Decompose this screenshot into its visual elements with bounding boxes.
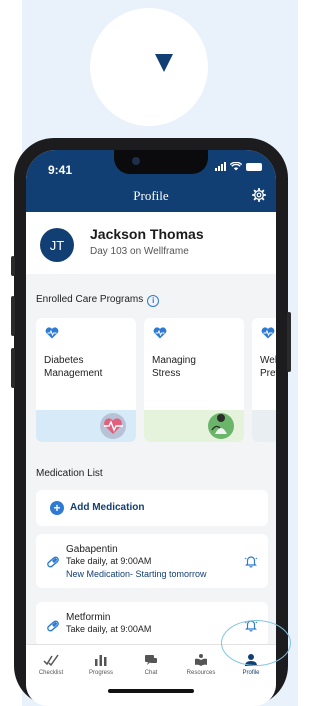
meditation-illustration-icon	[208, 413, 234, 439]
programs-heading-label: Enrolled Care Programs	[36, 294, 144, 305]
phone-side-button	[11, 256, 15, 276]
add-medication-button[interactable]: + Add Medication	[36, 490, 268, 526]
tab-checklist[interactable]: Checklist	[26, 651, 76, 676]
tab-label: Resources	[186, 670, 216, 676]
tab-label: Checklist	[38, 670, 64, 676]
medication-schedule: Take daily, at 9:00AM	[66, 556, 152, 566]
app-header: 9:41 Profile	[26, 150, 276, 212]
medication-name: Gabapentin	[66, 544, 118, 555]
program-card-wellness[interactable]: WelPrev	[252, 318, 276, 442]
tab-chat[interactable]: Chat	[126, 651, 176, 676]
status-icons	[215, 162, 262, 171]
medication-card-gabapentin[interactable]: Gabapentin Take daily, at 9:00AM New Med…	[36, 534, 268, 588]
down-arrow-icon	[155, 54, 173, 72]
medication-schedule: Take daily, at 9:00AM	[66, 624, 152, 634]
user-card: JT Jackson Thomas Day 103 on Wellframe	[26, 212, 276, 274]
user-subtitle: Day 103 on Wellframe	[90, 246, 189, 257]
medications-heading: Medication List	[36, 468, 103, 479]
phone-notch	[114, 150, 208, 174]
phone-volume-up	[11, 296, 15, 336]
pill-icon	[47, 620, 59, 632]
page-title: Profile	[133, 188, 169, 203]
pill-icon	[47, 556, 59, 568]
callout-circle	[90, 8, 208, 126]
tab-label: Profile	[242, 670, 260, 676]
heart-pulse-icon	[153, 327, 167, 339]
program-card-banner	[144, 410, 244, 442]
heart-illustration-icon	[100, 413, 126, 439]
avatar: JT	[40, 228, 74, 262]
programs-carousel[interactable]: Diabetes Management Managing Stress Wel …	[36, 318, 276, 442]
programs-heading: Enrolled Care Programs i	[36, 294, 160, 307]
profile-tab-highlight	[221, 620, 291, 666]
medication-name: Metformin	[66, 612, 111, 623]
phone-volume-down	[11, 348, 15, 388]
program-label: Managing Stress	[152, 355, 196, 379]
add-medication-label: Add Medication	[70, 502, 145, 513]
signal-icon	[215, 162, 226, 171]
program-card-stress[interactable]: Managing Stress	[144, 318, 244, 442]
phone-power-button	[287, 312, 291, 372]
battery-icon	[246, 162, 262, 171]
tab-label: Progress	[88, 670, 113, 676]
bar-chart-icon	[95, 655, 107, 666]
program-label: WelPrev	[260, 355, 276, 379]
tab-progress[interactable]: Progress	[76, 651, 126, 676]
status-time: 9:41	[48, 163, 73, 177]
wifi-icon	[230, 162, 242, 171]
camera-dot	[132, 157, 140, 165]
medication-note: New Medication- Starting tomorrow	[66, 569, 207, 579]
tab-resources[interactable]: Resources	[176, 651, 226, 676]
program-card-diabetes[interactable]: Diabetes Management	[36, 318, 136, 442]
heart-pulse-icon	[45, 327, 59, 339]
program-card-banner	[36, 410, 136, 442]
program-label: Diabetes Management	[44, 355, 103, 379]
bell-icon[interactable]	[244, 554, 258, 568]
home-indicator	[108, 689, 194, 693]
heart-pulse-icon	[261, 327, 275, 339]
checklist-icon	[43, 654, 59, 667]
gear-icon[interactable]	[252, 188, 266, 202]
chat-icon	[145, 655, 157, 665]
resources-icon	[195, 654, 207, 666]
plus-icon: +	[50, 501, 64, 515]
user-name: Jackson Thomas	[90, 226, 204, 242]
tab-label: Chat	[144, 670, 158, 676]
info-icon[interactable]: i	[147, 295, 160, 307]
program-card-banner	[252, 410, 276, 442]
